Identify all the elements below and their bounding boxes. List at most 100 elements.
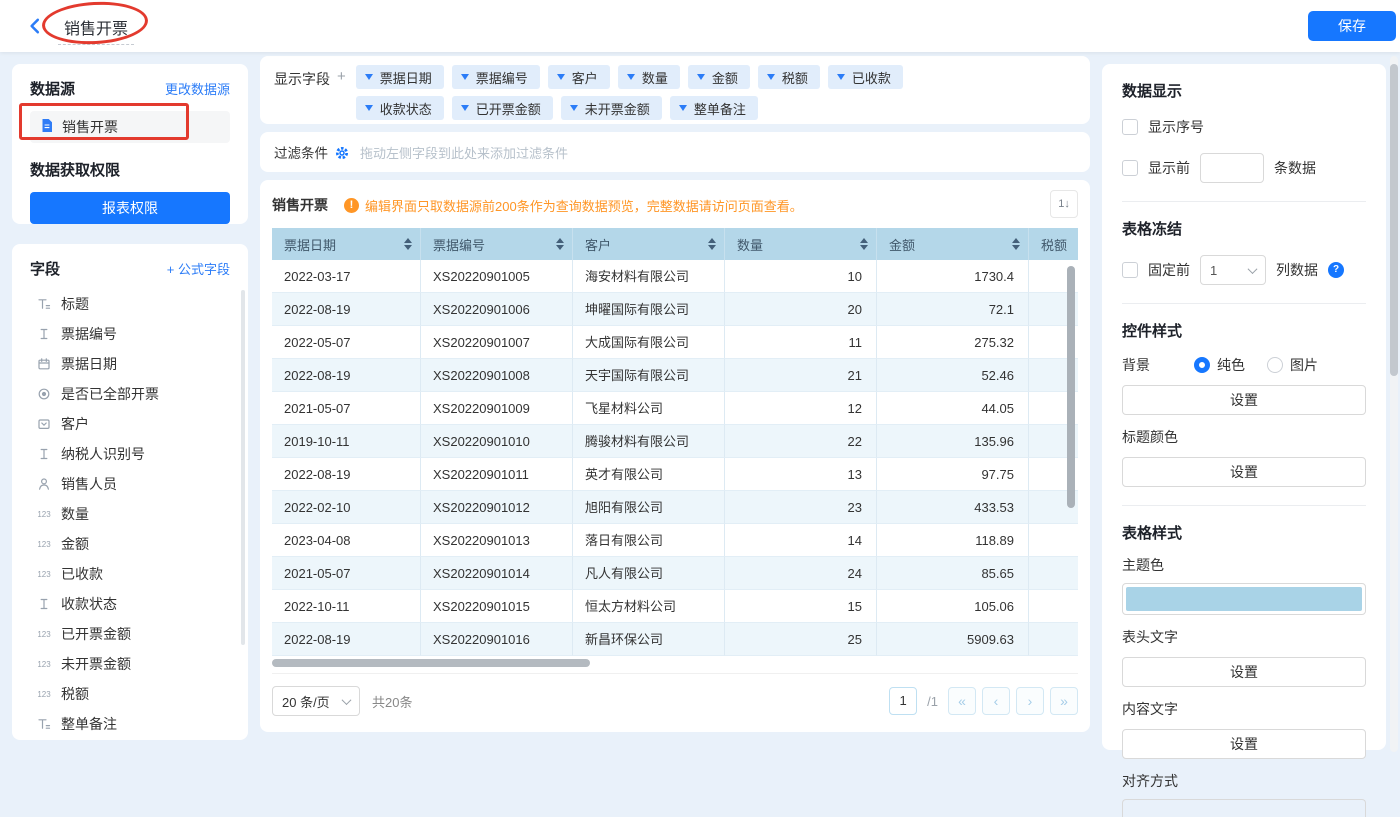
field-item[interactable]: 收款状态 bbox=[30, 589, 230, 619]
last-page-button[interactable]: » bbox=[1050, 687, 1078, 715]
table-row[interactable]: 2022-08-19XS20220901016新昌环保公司255909.63 bbox=[272, 623, 1078, 656]
topbar: 销售开票 保存 bbox=[0, 0, 1400, 52]
chip-label: 未开票金额 bbox=[585, 99, 650, 118]
chevron-down-icon bbox=[461, 105, 469, 111]
filter-dropzone-placeholder[interactable]: 拖动左侧字段到此处来添加过滤条件 bbox=[360, 143, 568, 162]
column-header[interactable]: 金额 bbox=[877, 228, 1029, 260]
field-item[interactable]: 客户 bbox=[30, 409, 230, 439]
add-field-button[interactable]: + bbox=[337, 68, 346, 115]
fields-heading: 字段 bbox=[30, 258, 60, 279]
table-cell: 2021-05-07 bbox=[272, 557, 421, 590]
field-item[interactable]: 123已收款 bbox=[30, 559, 230, 589]
background-settings-button[interactable]: 设置 bbox=[1122, 385, 1366, 415]
field-item-label: 票据日期 bbox=[61, 354, 117, 374]
display-field-chip[interactable]: 已开票金额 bbox=[452, 96, 553, 120]
display-field-chip[interactable]: 已收款 bbox=[828, 65, 903, 89]
field-item-label: 税额 bbox=[61, 684, 89, 704]
display-field-chip[interactable]: 未开票金额 bbox=[561, 96, 662, 120]
sort-arrows-icon[interactable] bbox=[556, 238, 564, 250]
show-first-checkbox[interactable] bbox=[1122, 160, 1138, 176]
table-row[interactable]: 2022-05-07XS20220901007大成国际有限公司11275.32 bbox=[272, 326, 1078, 359]
column-header[interactable]: 数量 bbox=[725, 228, 877, 260]
field-item[interactable]: 123金额 bbox=[30, 529, 230, 559]
field-item[interactable]: 123已开票金额 bbox=[30, 619, 230, 649]
display-fields-panel: 显示字段 + 票据日期票据编号客户数量金额税额已收款收款状态已开票金额未开票金额… bbox=[260, 56, 1090, 124]
formula-field-link[interactable]: + 公式字段 bbox=[167, 259, 230, 278]
field-item[interactable]: 123数量 bbox=[30, 499, 230, 529]
sort-arrows-icon[interactable] bbox=[404, 238, 412, 250]
column-header[interactable]: 客户 bbox=[573, 228, 725, 260]
align-select[interactable] bbox=[1122, 799, 1366, 817]
gear-icon[interactable] bbox=[335, 146, 349, 160]
table-row[interactable]: 2022-08-19XS20220901008天宇国际有限公司2152.46 bbox=[272, 359, 1078, 392]
field-item[interactable]: 标题 bbox=[30, 289, 230, 319]
table-row[interactable]: 2021-05-07XS20220901014凡人有限公司2485.65 bbox=[272, 557, 1078, 590]
table-row[interactable]: 2023-04-08XS20220901013落日有限公司14118.89 bbox=[272, 524, 1078, 557]
help-icon[interactable]: ? bbox=[1328, 262, 1344, 278]
current-page-input[interactable]: 1 bbox=[889, 687, 917, 715]
sort-arrows-icon[interactable] bbox=[708, 238, 716, 250]
table-row[interactable]: 2022-02-10XS20220901012旭阳有限公司23433.53 bbox=[272, 491, 1078, 524]
table-row[interactable]: 2022-08-19XS20220901011英才有限公司1397.75 bbox=[272, 458, 1078, 491]
display-field-chip[interactable]: 票据日期 bbox=[356, 65, 444, 89]
chip-label: 票据日期 bbox=[380, 68, 432, 87]
display-field-chip[interactable]: 金额 bbox=[688, 65, 750, 89]
first-page-button[interactable]: « bbox=[948, 687, 976, 715]
bg-image-option[interactable]: 图片 bbox=[1267, 355, 1318, 375]
display-field-chip[interactable]: 收款状态 bbox=[356, 96, 444, 120]
next-page-button[interactable]: › bbox=[1016, 687, 1044, 715]
sort-order-icon[interactable]: 1↓ bbox=[1050, 190, 1078, 218]
table-cell: 大成国际有限公司 bbox=[573, 326, 725, 359]
table-row[interactable]: 2019-10-11XS20220901010腾骏材料有限公司22135.96 bbox=[272, 425, 1078, 458]
theme-color-picker[interactable] bbox=[1122, 583, 1366, 615]
page-title[interactable]: 销售开票 bbox=[58, 15, 134, 45]
table-row[interactable]: 2021-05-07XS20220901009飞星材料公司1244.05 bbox=[272, 392, 1078, 425]
prev-page-button[interactable]: ‹ bbox=[982, 687, 1010, 715]
header-text-settings-button[interactable]: 设置 bbox=[1122, 657, 1366, 687]
column-header[interactable]: 票据日期 bbox=[272, 228, 421, 260]
show-first-prefix-label: 显示前 bbox=[1148, 158, 1190, 178]
show-index-checkbox[interactable] bbox=[1122, 119, 1138, 135]
field-item[interactable]: 销售人员 bbox=[30, 469, 230, 499]
display-field-chip[interactable]: 客户 bbox=[548, 65, 610, 89]
fields-scrollbar[interactable] bbox=[241, 290, 245, 645]
table-row[interactable]: 2022-03-17XS20220901005海安材料有限公司101730.4 bbox=[272, 260, 1078, 293]
sort-arrows-icon[interactable] bbox=[1012, 238, 1020, 250]
freeze-columns-checkbox[interactable] bbox=[1122, 262, 1138, 278]
data-table: 票据日期票据编号客户数量金额税额 2022-03-17XS20220901005… bbox=[272, 228, 1078, 656]
table-vertical-scrollbar[interactable] bbox=[1067, 266, 1075, 508]
field-item[interactable]: 整单备注 bbox=[30, 709, 230, 739]
title-icon bbox=[36, 297, 52, 311]
table-row[interactable]: 2022-10-11XS20220901015恒太方材料公司15105.06 bbox=[272, 590, 1078, 623]
freeze-count-select[interactable]: 1 bbox=[1200, 255, 1266, 285]
sort-arrows-icon[interactable] bbox=[860, 238, 868, 250]
field-item[interactable]: 123税额 bbox=[30, 679, 230, 709]
display-field-chip[interactable]: 票据编号 bbox=[452, 65, 540, 89]
table-cell: 24 bbox=[725, 557, 877, 590]
back-icon[interactable] bbox=[26, 16, 44, 41]
field-item[interactable]: 票据编号 bbox=[30, 319, 230, 349]
column-header[interactable]: 票据编号 bbox=[421, 228, 573, 260]
table-row[interactable]: 2022-08-19XS20220901006坤曜国际有限公司2072.1 bbox=[272, 293, 1078, 326]
bg-solid-option[interactable]: 纯色 bbox=[1194, 355, 1245, 375]
save-button[interactable]: 保存 bbox=[1308, 11, 1396, 41]
page-size-select[interactable]: 20 条/页 bbox=[272, 686, 360, 716]
column-header[interactable]: 税额 bbox=[1029, 228, 1078, 260]
table-horizontal-scrollbar[interactable] bbox=[272, 659, 1078, 667]
field-item[interactable]: 123未开票金额 bbox=[30, 649, 230, 679]
page-scrollbar[interactable] bbox=[1390, 56, 1398, 752]
show-first-count-input[interactable] bbox=[1200, 153, 1264, 183]
display-field-chip[interactable]: 数量 bbox=[618, 65, 680, 89]
radio-unselected-icon bbox=[1267, 357, 1283, 373]
display-field-chip[interactable]: 整单备注 bbox=[670, 96, 758, 120]
number-icon: 123 bbox=[36, 510, 52, 519]
table-cell: 52.46 bbox=[877, 359, 1029, 392]
change-datasource-link[interactable]: 更改数据源 bbox=[165, 79, 230, 98]
field-item[interactable]: 纳税人识别号 bbox=[30, 439, 230, 469]
datasource-item[interactable]: 销售开票 bbox=[30, 111, 230, 143]
field-item[interactable]: 票据日期 bbox=[30, 349, 230, 379]
display-field-chip[interactable]: 税额 bbox=[758, 65, 820, 89]
title-color-settings-button[interactable]: 设置 bbox=[1122, 457, 1366, 487]
field-item[interactable]: 是否已全部开票 bbox=[30, 379, 230, 409]
report-permission-button[interactable]: 报表权限 bbox=[30, 192, 230, 224]
